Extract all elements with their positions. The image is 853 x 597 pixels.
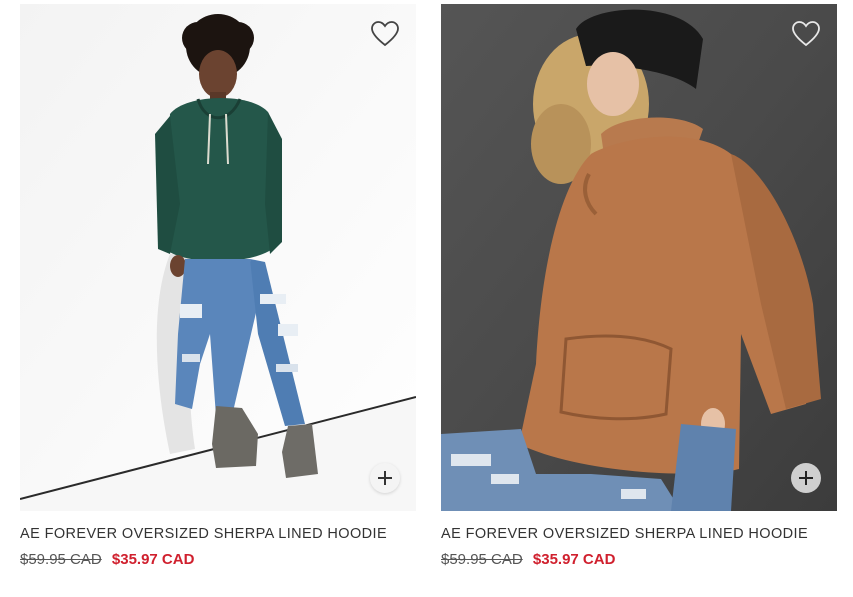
favorite-button[interactable] <box>370 20 400 48</box>
product-card[interactable]: AE FOREVER OVERSIZED SHERPA LINED HOODIE… <box>20 4 416 568</box>
favorite-button[interactable] <box>791 20 821 48</box>
quick-add-button[interactable] <box>791 463 821 493</box>
product-grid: AE FOREVER OVERSIZED SHERPA LINED HOODIE… <box>0 0 853 597</box>
product-price: $59.95 CAD $35.97 CAD <box>441 551 837 568</box>
tan-hoodie-photo <box>441 4 837 511</box>
product-name[interactable]: AE FOREVER OVERSIZED SHERPA LINED HOODIE <box>20 526 416 542</box>
sale-price: $35.97 CAD <box>532 551 616 568</box>
green-hoodie-photo <box>20 4 416 511</box>
plus-icon <box>378 471 392 485</box>
sale-price: $35.97 CAD <box>111 551 195 568</box>
original-price: $59.95 CAD <box>20 551 102 568</box>
product-image[interactable] <box>441 4 837 511</box>
heart-outline-icon[interactable] <box>370 20 400 48</box>
original-price: $59.95 CAD <box>441 551 523 568</box>
product-image[interactable] <box>20 4 416 511</box>
heart-outline-icon[interactable] <box>791 20 821 48</box>
quick-add-button[interactable] <box>370 463 400 493</box>
plus-icon <box>799 471 813 485</box>
product-price: $59.95 CAD $35.97 CAD <box>20 551 416 568</box>
product-card[interactable]: AE FOREVER OVERSIZED SHERPA LINED HOODIE… <box>441 4 837 568</box>
product-name[interactable]: AE FOREVER OVERSIZED SHERPA LINED HOODIE <box>441 526 837 542</box>
